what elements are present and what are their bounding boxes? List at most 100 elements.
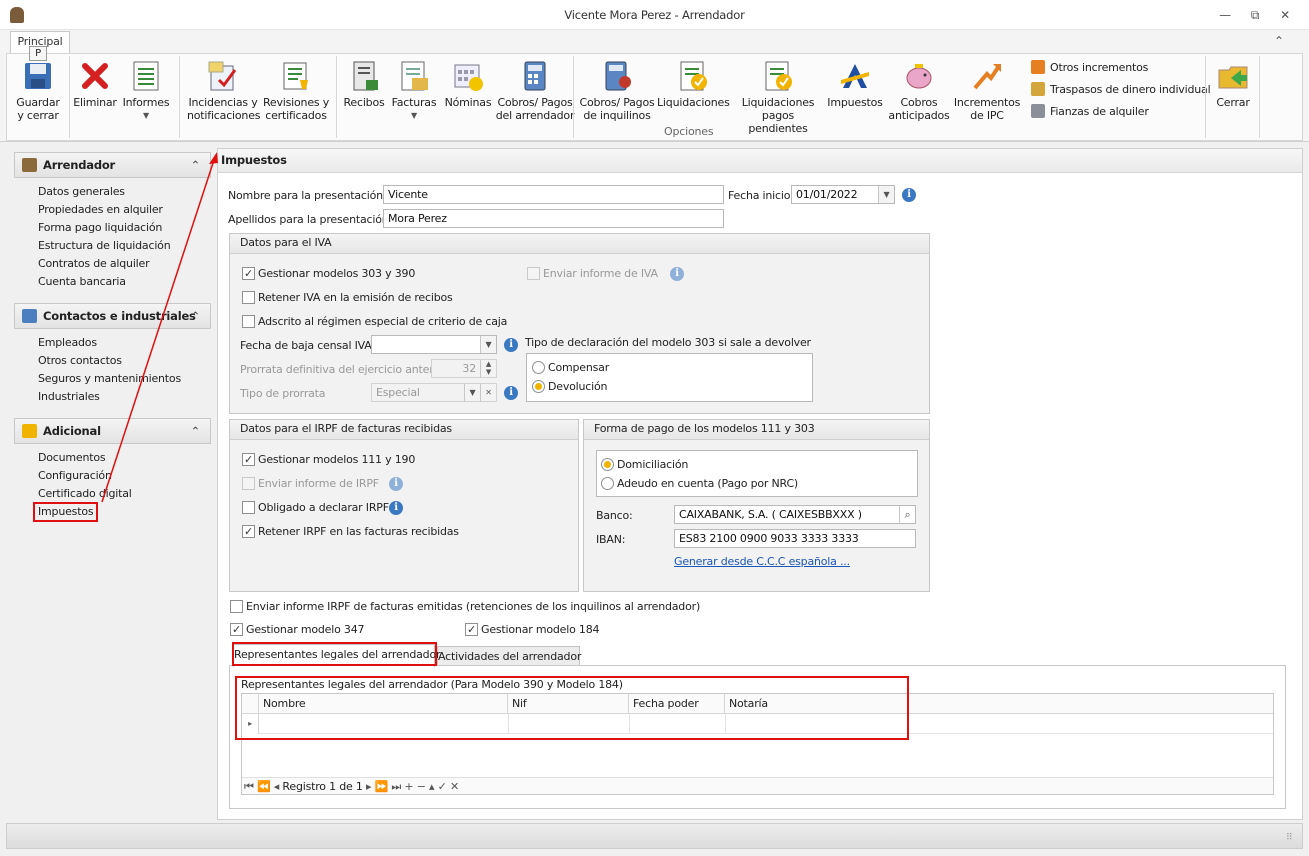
gestionar-184-checkbox[interactable]: ✓ <box>465 623 478 636</box>
impuestos-button[interactable]: Impuestos <box>827 54 883 109</box>
confirm-record-icon[interactable]: ✓ <box>438 780 447 793</box>
gestionar-184-label: Gestionar modelo 184 <box>481 623 600 636</box>
fecha-inicio-field[interactable]: 01/01/2022 ▼ <box>791 185 895 204</box>
eliminar-button[interactable]: Eliminar <box>73 54 117 109</box>
calculator-icon <box>519 60 551 92</box>
info-icon[interactable]: i <box>902 188 916 202</box>
fianzas-button[interactable]: Fianzas de alquiler <box>1031 104 1149 119</box>
info-icon[interactable]: i <box>504 338 518 352</box>
sidebar-item-empleados[interactable]: Empleados <box>38 336 97 350</box>
adeudo-radio[interactable] <box>601 477 614 490</box>
incrementos-ipc-button[interactable]: Incrementos de IPC <box>953 54 1021 122</box>
ribbon-separator <box>573 56 574 138</box>
facturas-button[interactable]: Facturas ▼ <box>389 54 439 122</box>
banco-field[interactable]: CAIXABANK, S.A. ( CAIXESBBXXX ) ⌕ <box>674 505 916 524</box>
nombre-label: Nombre para la presentación: <box>228 189 387 202</box>
cerrar-label: Cerrar <box>1216 96 1250 109</box>
tab-actividades[interactable]: Actividades del arrendador <box>437 646 581 666</box>
retener-irpf-checkbox[interactable]: ✓ <box>242 525 255 538</box>
gestionar-303-checkbox[interactable]: ✓ <box>242 267 255 280</box>
highlight-tab <box>232 642 437 666</box>
cobros-anticipados-button[interactable]: Cobros anticipados <box>887 54 951 122</box>
prorrata-field[interactable]: 32 ▲ ▼ <box>431 359 497 378</box>
fecha-baja-field[interactable]: ▼ <box>371 335 497 354</box>
cobros-arrendador-button[interactable]: Cobros/ Pagos del arrendador <box>495 54 575 122</box>
cobros-inquilinos-button[interactable]: Cobros/ Pagos de inquilinos <box>577 54 657 122</box>
next-record-icon[interactable]: ▸ <box>366 780 372 793</box>
fecha-baja-label: Fecha de baja censal IVA <box>240 339 372 352</box>
cerrar-button[interactable]: Cerrar <box>1211 54 1255 109</box>
compensar-radio[interactable] <box>532 361 545 374</box>
domiciliacion-radio[interactable] <box>601 458 614 471</box>
search-icon[interactable]: ⌕ <box>899 506 915 523</box>
informes-button[interactable]: Informes ▼ <box>121 54 171 122</box>
chevron-down-icon[interactable]: ▼ <box>480 336 496 353</box>
traspasos-button[interactable]: Traspasos de dinero individual <box>1031 82 1211 97</box>
adscrito-checkbox[interactable] <box>242 315 255 328</box>
collapse-ribbon-icon[interactable]: ⌃ <box>1274 34 1284 48</box>
gestionar-347-checkbox[interactable]: ✓ <box>230 623 243 636</box>
tipo-prorrata-field[interactable]: Especial ▼ ✕ <box>371 383 497 402</box>
tax-agency-icon <box>839 60 871 92</box>
minimize-button[interactable]: — <box>1216 6 1234 24</box>
info-icon[interactable]: i <box>670 267 684 281</box>
gestionar-347-label: Gestionar modelo 347 <box>246 623 365 636</box>
adeudo-label: Adeudo en cuenta (Pago por NRC) <box>617 477 799 490</box>
otros-incrementos-label: Otros incrementos <box>1050 61 1149 74</box>
retener-irpf-label: Retener IRPF en las facturas recibidas <box>258 525 459 538</box>
cancel-record-icon[interactable]: ✕ <box>450 780 459 793</box>
liquidaciones-pendientes-button[interactable]: Liquidaciones pagos pendientes <box>733 54 823 135</box>
obligado-irpf-checkbox[interactable] <box>242 501 255 514</box>
edit-record-icon[interactable]: ▴ <box>429 780 435 793</box>
info-icon[interactable]: i <box>389 501 403 515</box>
iban-field[interactable]: ES83 2100 0900 9033 3333 3333 <box>674 529 916 548</box>
info-icon[interactable]: i <box>504 386 518 400</box>
gestionar-111-checkbox[interactable]: ✓ <box>242 453 255 466</box>
report-icon <box>130 60 162 92</box>
guardar-button[interactable]: Guardar y cerrar <box>11 54 65 122</box>
liquidaciones-button[interactable]: Liquidaciones <box>657 54 730 109</box>
apellidos-field[interactable]: Mora Perez <box>383 209 724 228</box>
enviar-informe-iva-checkbox[interactable] <box>527 267 540 280</box>
cobros-inquilinos-label: Cobros/ Pagos de inquilinos <box>579 96 655 122</box>
banco-label: Banco: <box>596 509 633 522</box>
add-record-icon[interactable]: + <box>404 780 413 793</box>
close-button[interactable]: ✕ <box>1276 6 1294 24</box>
resize-grip-icon[interactable]: ⠿ <box>1286 833 1293 843</box>
window-title: Vicente Mora Perez - Arrendador <box>564 8 745 22</box>
delete-icon <box>79 60 111 92</box>
recibos-button[interactable]: Recibos <box>341 54 387 109</box>
remove-record-icon[interactable]: − <box>417 780 426 793</box>
retener-iva-checkbox[interactable] <box>242 291 255 304</box>
info-icon[interactable]: i <box>389 477 403 491</box>
clear-icon[interactable]: ✕ <box>480 384 496 401</box>
otros-incrementos-button[interactable]: Otros incrementos <box>1031 60 1148 75</box>
first-record-icon[interactable]: ⏮ <box>244 780 254 793</box>
incidencias-button[interactable]: Incidencias y notificaciones <box>187 54 260 122</box>
restore-button[interactable]: ⧉ <box>1246 6 1264 24</box>
fecha-inicio-value: 01/01/2022 <box>796 188 858 201</box>
dropdown-arrow-icon: ▼ <box>411 111 417 120</box>
spin-icon[interactable]: ▲ ▼ <box>480 360 496 377</box>
ribbon-separator <box>1205 56 1206 138</box>
nominas-button[interactable]: Nóminas <box>443 54 493 109</box>
enviar-irpf-checkbox[interactable] <box>242 477 255 490</box>
devolucion-radio[interactable] <box>532 380 545 393</box>
prev-page-icon[interactable]: ⏪ <box>257 780 271 793</box>
generar-ccc-link[interactable]: Generar desde C.C.C española ... <box>674 555 850 568</box>
last-record-icon[interactable]: ⏭ <box>391 780 401 793</box>
enviar-irpf-emitidas-checkbox[interactable] <box>230 600 243 613</box>
irpf-group-title: Datos para el IRPF de facturas recibidas <box>230 420 578 440</box>
chevron-down-icon[interactable]: ▼ <box>464 384 480 401</box>
prev-record-icon[interactable]: ◂ <box>274 780 280 793</box>
invoice-icon <box>398 60 430 92</box>
chevron-down-icon[interactable]: ▼ <box>878 186 894 203</box>
gestionar-111-label: Gestionar modelos 111 y 190 <box>258 453 416 466</box>
adscrito-label: Adscrito al régimen especial de criterio… <box>258 315 508 328</box>
nombre-field[interactable]: Vicente <box>383 185 724 204</box>
ribbon-separator <box>336 56 337 138</box>
fianzas-label: Fianzas de alquiler <box>1050 105 1149 118</box>
next-page-icon[interactable]: ⏩ <box>375 780 389 793</box>
revisiones-button[interactable]: Revisiones y certificados <box>261 54 331 122</box>
traspasos-label: Traspasos de dinero individual <box>1050 83 1211 96</box>
